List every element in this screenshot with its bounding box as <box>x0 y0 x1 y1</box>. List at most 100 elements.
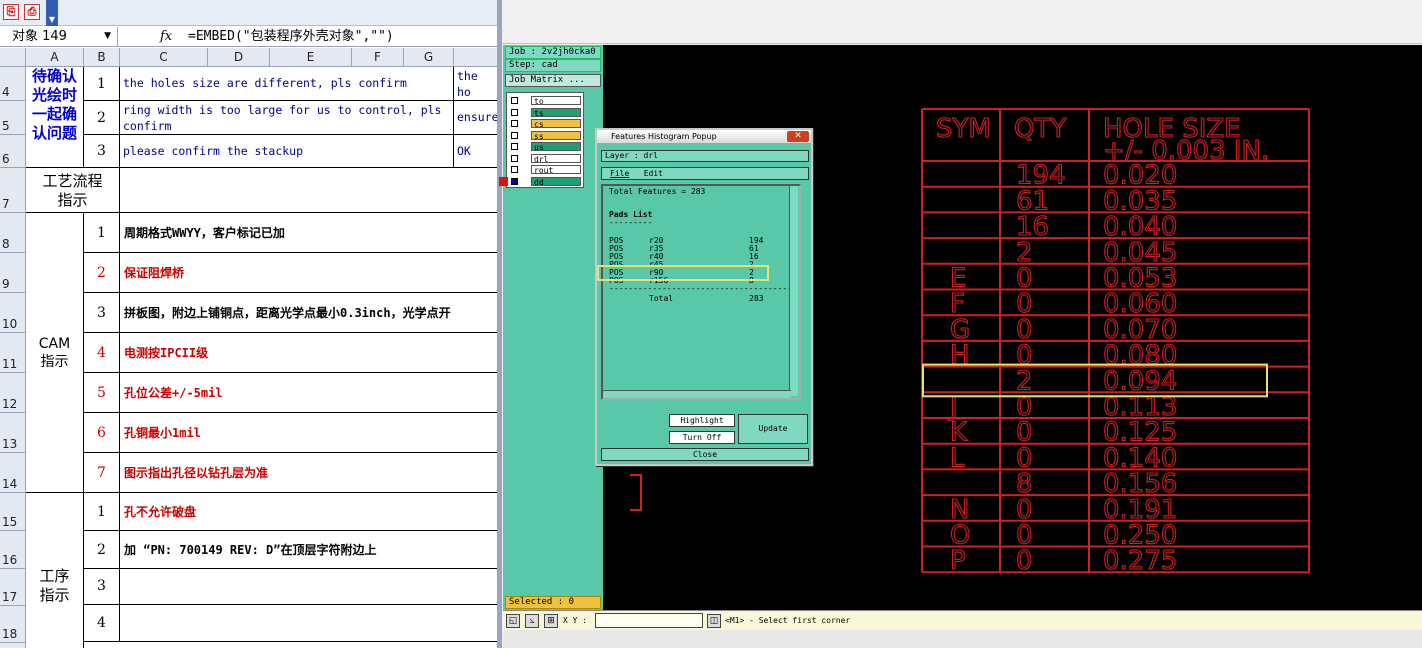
row-header[interactable]: 17 <box>0 569 26 606</box>
update-button[interactable]: Update <box>738 414 808 444</box>
layer-checkbox[interactable] <box>511 154 518 162</box>
item-number[interactable]: 6 <box>84 413 120 453</box>
layer-name[interactable]: dd <box>531 176 581 187</box>
cam-instruction-text[interactable]: 图示指出孔径以钻孔层为准 <box>120 453 497 493</box>
layer-checkbox[interactable] <box>511 120 518 127</box>
layer-row[interactable]: rout <box>509 165 581 175</box>
formula-input[interactable]: =EMBED("包装程序外壳对象","") <box>188 27 394 46</box>
layer-checkbox[interactable] <box>511 177 518 185</box>
process-instruction-text[interactable]: 孔不允许破盘 <box>120 493 497 531</box>
toolbar-dropdown-icon[interactable]: ▼ <box>46 0 58 26</box>
row-header[interactable]: 6 <box>0 135 26 168</box>
item-number[interactable]: 1 <box>84 67 120 101</box>
histogram-list[interactable]: Total Features = 283 Pads List ---------… <box>601 184 801 400</box>
measure-icon[interactable]: ⦣ <box>525 614 539 628</box>
xy-input[interactable] <box>595 613 703 628</box>
fx-icon[interactable]: fx <box>160 27 172 46</box>
column-header[interactable]: C <box>120 48 208 67</box>
layer-checkbox[interactable] <box>511 108 518 116</box>
cam-section-label[interactable]: CAM指示 <box>26 213 84 493</box>
cam-instruction-text[interactable]: 孔铜最小1mil <box>120 413 497 453</box>
row-header[interactable]: 16 <box>0 531 26 569</box>
row-header[interactable]: 8 <box>0 213 26 253</box>
item-number[interactable]: 2 <box>84 531 120 569</box>
menu-file[interactable]: File <box>610 169 629 178</box>
process-instruction-text[interactable] <box>120 605 497 642</box>
layer-checkbox[interactable] <box>511 97 518 104</box>
layer-row[interactable]: ts <box>509 107 581 118</box>
highlight-button[interactable]: Highlight <box>669 414 735 427</box>
layer-name[interactable]: cs <box>531 119 581 129</box>
process-section-label[interactable]: 工序指示 <box>26 493 84 648</box>
row-header[interactable]: 9 <box>0 253 26 293</box>
layer-name[interactable]: drl <box>531 153 581 164</box>
cam-instruction-text[interactable]: 孔位公差+/-5mil <box>120 373 497 413</box>
item-number[interactable]: 3 <box>84 568 120 605</box>
process-flow-label[interactable]: 工艺流程指示 <box>26 168 120 213</box>
process-instruction-text[interactable] <box>120 568 497 605</box>
item-number[interactable]: 1 <box>84 213 120 253</box>
layer-name[interactable]: ts <box>531 107 581 118</box>
chevron-down-icon[interactable]: ▼ <box>104 27 111 46</box>
process-instruction-text[interactable]: 加 “PN: 700149 REV: D”在顶层字符附边上 <box>120 531 497 569</box>
cam-instruction-text[interactable]: 周期格式WWYY，客户标记已加 <box>120 213 497 253</box>
row-header[interactable] <box>0 643 26 648</box>
turn-off-button[interactable]: Turn Off <box>669 431 735 444</box>
layer-row[interactable]: cs <box>509 119 581 129</box>
grid-icon[interactable]: ⊞ <box>544 614 558 628</box>
layer-checkbox[interactable] <box>511 143 518 150</box>
layer-checkbox[interactable] <box>511 166 518 173</box>
issue-text[interactable]: please confirm the stackup <box>120 135 454 168</box>
snap-icon[interactable]: ◫ <box>707 614 721 628</box>
vertical-scrollbar[interactable] <box>789 186 798 396</box>
confirm-section-label[interactable]: 待确认光绘时一起确认问题 <box>26 67 84 168</box>
layer-row[interactable]: us <box>509 142 581 152</box>
row-header[interactable]: 7 <box>0 168 26 213</box>
pdf-convert-icon[interactable]: ⎙ <box>24 4 40 20</box>
row-header[interactable]: 13 <box>0 413 26 453</box>
item-number[interactable]: 5 <box>84 373 120 413</box>
row-header[interactable]: 11 <box>0 333 26 373</box>
row-header[interactable]: 4 <box>0 67 26 101</box>
row-header[interactable]: 15 <box>0 493 26 531</box>
column-header[interactable]: D <box>208 48 270 67</box>
row-header[interactable]: 5 <box>0 101 26 135</box>
select-all-corner[interactable] <box>0 48 26 67</box>
job-matrix-button[interactable]: Job Matrix ... <box>505 74 601 87</box>
cam-instruction-text[interactable]: 电测按IPCII级 <box>120 333 497 373</box>
layer-name[interactable]: rout <box>531 165 581 175</box>
layer-row[interactable]: ss <box>509 130 581 141</box>
name-box[interactable]: 对象 149 ▼ <box>0 27 118 46</box>
layer-row[interactable]: to <box>509 96 581 106</box>
layer-row[interactable]: dd <box>499 176 581 187</box>
layer-name[interactable]: ss <box>531 130 581 141</box>
row-header[interactable]: 18 <box>0 606 26 643</box>
item-number[interactable]: 2 <box>84 253 120 293</box>
menu-edit[interactable]: Edit <box>644 169 663 178</box>
zoom-icon[interactable]: ◱ <box>506 614 520 628</box>
issue-text[interactable]: ring width is too large for us to contro… <box>120 101 454 135</box>
layer-checkbox[interactable] <box>511 131 518 139</box>
process-flow-cell[interactable] <box>120 168 497 213</box>
issue-extra[interactable]: OK <box>454 135 497 168</box>
close-icon[interactable]: ✕ <box>787 131 809 142</box>
popup-titlebar[interactable]: Features Histogram Popup <box>597 130 811 143</box>
row-header[interactable]: 14 <box>0 453 26 493</box>
item-number[interactable]: 4 <box>84 333 120 373</box>
column-header[interactable]: A <box>26 48 84 67</box>
item-number[interactable]: 1 <box>84 493 120 531</box>
column-header[interactable]: G <box>404 48 454 67</box>
issue-extra[interactable]: the ho file <box>454 67 497 101</box>
row-header[interactable]: 10 <box>0 293 26 333</box>
layer-name[interactable]: to <box>531 96 581 106</box>
close-button[interactable]: Close <box>601 448 809 461</box>
layer-name[interactable]: us <box>531 142 581 152</box>
item-number[interactable]: 4 <box>84 605 120 642</box>
layer-row[interactable]: drl <box>509 153 581 164</box>
item-number[interactable]: 3 <box>84 135 120 168</box>
horizontal-scrollbar[interactable] <box>603 390 791 398</box>
item-number[interactable]: 3 <box>84 293 120 333</box>
column-header[interactable]: B <box>84 48 120 67</box>
column-header[interactable]: F <box>352 48 404 67</box>
issue-text[interactable]: the holes size are different, pls confir… <box>120 67 454 101</box>
